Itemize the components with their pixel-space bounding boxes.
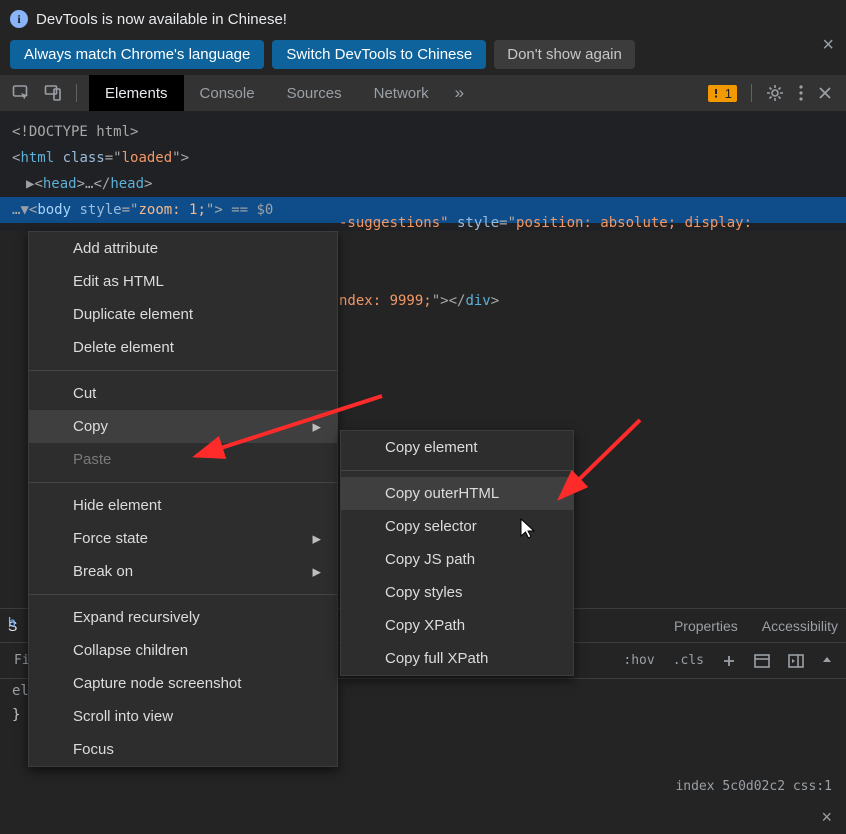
menu-item-paste: Paste (29, 443, 337, 476)
infobar: i DevTools is now available in Chinese! … (0, 0, 846, 69)
menu-item-add-attribute[interactable]: Add attribute (29, 232, 337, 265)
copy-submenu-copy-element[interactable]: Copy element (341, 431, 573, 464)
sidebar-toggle-icon[interactable] (788, 654, 804, 668)
infobar-message: DevTools is now available in Chinese! (36, 11, 287, 28)
copy-submenu-copy-selector[interactable]: Copy selector (341, 510, 573, 543)
code-fragment: -suggestions" style="position: absolute;… (339, 158, 752, 340)
context-menu-copy-submenu[interactable]: Copy elementCopy outerHTMLCopy selectorC… (340, 430, 574, 676)
copy-submenu-copy-js-path[interactable]: Copy JS path (341, 543, 573, 576)
always-match-language-button[interactable]: Always match Chrome's language (10, 40, 264, 69)
tab-network[interactable]: Network (358, 75, 445, 111)
menu-item-collapse-children[interactable]: Collapse children (29, 634, 337, 667)
tab-console[interactable]: Console (184, 75, 271, 111)
warnings-badge[interactable]: 1 (708, 85, 737, 102)
menu-item-edit-as-html[interactable]: Edit as HTML (29, 265, 337, 298)
infobar-close-icon[interactable]: × (822, 34, 834, 57)
kebab-menu-icon[interactable] (798, 84, 804, 102)
hov-toggle[interactable]: :hov (623, 653, 654, 668)
menu-item-focus[interactable]: Focus (29, 733, 337, 766)
menu-item-separator (29, 594, 337, 595)
stylesheet-source[interactable]: index 5c0d02c2 css:1 (675, 779, 832, 794)
tab-elements[interactable]: Elements (89, 75, 184, 111)
scroll-up-icon[interactable] (822, 654, 832, 668)
drawer-close-icon[interactable]: × (821, 807, 832, 828)
menu-item-copy[interactable]: Copy▶ (29, 410, 337, 443)
menu-item-scroll-into-view[interactable]: Scroll into view (29, 700, 337, 733)
toolbar-divider (76, 84, 77, 102)
tab-sources[interactable]: Sources (271, 75, 358, 111)
menu-item-separator (29, 370, 337, 371)
submenu-arrow-icon: ▶ (313, 420, 321, 433)
copy-submenu-copy-styles[interactable]: Copy styles (341, 576, 573, 609)
settings-gear-icon[interactable] (766, 84, 784, 102)
menu-item-force-state[interactable]: Force state▶ (29, 522, 337, 555)
menu-item-separator (29, 482, 337, 483)
copy-submenu-copy-outerhtml[interactable]: Copy outerHTML (341, 477, 573, 510)
tabs-overflow-icon[interactable]: » (445, 83, 474, 103)
info-icon: i (10, 10, 28, 28)
menu-item-break-on[interactable]: Break on▶ (29, 555, 337, 588)
context-menu-primary[interactable]: Add attributeEdit as HTMLDuplicate eleme… (28, 231, 338, 767)
menu-item-expand-recursively[interactable]: Expand recursively (29, 601, 337, 634)
switch-to-chinese-button[interactable]: Switch DevTools to Chinese (272, 40, 486, 69)
accessibility-tab[interactable]: Accessibility (762, 618, 838, 634)
device-toggle-icon[interactable] (44, 84, 62, 102)
doctype-line: <!DOCTYPE html> (12, 119, 834, 145)
toolbar-divider (751, 84, 752, 102)
menu-item-duplicate-element[interactable]: Duplicate element (29, 298, 337, 331)
menu-item-hide-element[interactable]: Hide element (29, 489, 337, 522)
dont-show-again-button[interactable]: Don't show again (494, 40, 635, 69)
close-devtools-icon[interactable] (818, 86, 832, 100)
devtools-toolbar: Elements Console Sources Network » 1 (0, 75, 846, 111)
submenu-arrow-icon: ▶ (313, 532, 321, 545)
copy-submenu-copy-xpath[interactable]: Copy XPath (341, 609, 573, 642)
copy-submenu-copy-full-xpath[interactable]: Copy full XPath (341, 642, 573, 675)
new-rule-icon[interactable] (722, 654, 736, 668)
warnings-count: 1 (725, 86, 732, 101)
submenu-arrow-icon: ▶ (313, 565, 321, 578)
menu-item-capture-node-screenshot[interactable]: Capture node screenshot (29, 667, 337, 700)
copy-submenu-separator (341, 470, 573, 471)
mouse-cursor-icon (520, 518, 538, 540)
menu-item-cut[interactable]: Cut (29, 377, 337, 410)
properties-tab[interactable]: Properties (674, 618, 738, 634)
inspect-element-icon[interactable] (12, 84, 30, 102)
element-style-label: el (12, 683, 29, 699)
cls-toggle[interactable]: .cls (673, 653, 704, 668)
menu-item-delete-element[interactable]: Delete element (29, 331, 337, 364)
closing-brace: } (12, 707, 20, 723)
computed-styles-icon[interactable] (754, 654, 770, 668)
